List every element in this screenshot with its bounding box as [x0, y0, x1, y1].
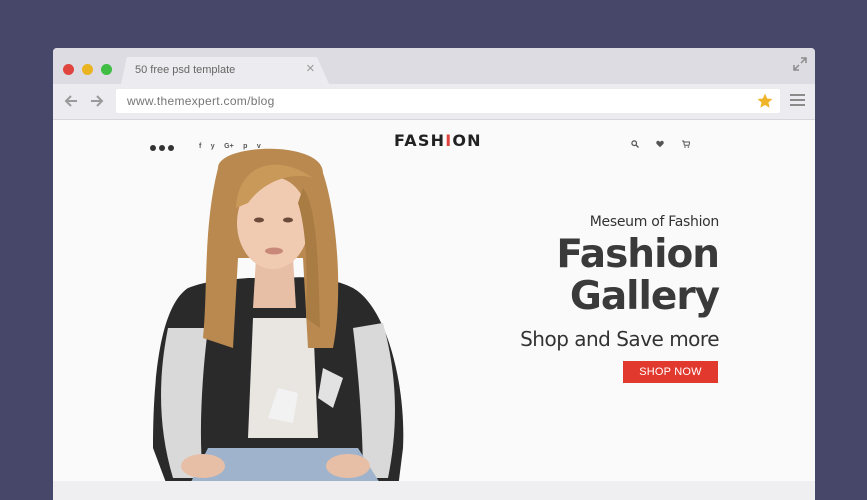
- shop-now-button[interactable]: SHOP NOW: [623, 361, 718, 383]
- url-text: www.themexpert.com/blog: [127, 94, 275, 108]
- title-bar: 50 free psd template ×: [53, 48, 815, 84]
- cart-icon[interactable]: [681, 135, 691, 148]
- tab-title: 50 free psd template: [135, 64, 236, 76]
- search-icon[interactable]: [631, 135, 639, 148]
- maximize-window-button[interactable]: [101, 64, 112, 75]
- hero-subtitle: Meseum of Fashion: [589, 214, 720, 230]
- tab-close-icon[interactable]: ×: [306, 61, 315, 77]
- expand-icon[interactable]: [793, 57, 807, 71]
- browser-tab[interactable]: 50 free psd template ×: [121, 57, 329, 84]
- header-icons: [631, 135, 703, 153]
- browser-toolbar: www.themexpert.com/blog: [53, 84, 815, 120]
- hero-title: Fashion Gallery: [556, 232, 720, 319]
- address-bar[interactable]: www.themexpert.com/blog: [116, 89, 780, 113]
- browser-window: 50 free psd template × www.themexpert.co…: [53, 48, 815, 500]
- logo-text-end: ON: [452, 131, 482, 150]
- hero-model-image: [153, 148, 404, 488]
- heart-icon[interactable]: [656, 135, 665, 148]
- hero-title-line1: Fashion: [556, 232, 720, 277]
- menu-icon[interactable]: [790, 94, 805, 107]
- page-bottom-strip: [53, 481, 815, 500]
- hero-title-line2: Gallery: [569, 274, 720, 319]
- bookmark-star-icon[interactable]: [756, 92, 774, 110]
- hero-tagline: Shop and Save more: [520, 327, 719, 351]
- web-page: f y G+ p v FASHION Meseum of Fashion Fas…: [53, 120, 815, 500]
- minimize-window-button[interactable]: [82, 64, 93, 75]
- close-window-button[interactable]: [63, 64, 74, 75]
- back-arrow-icon[interactable]: [63, 93, 79, 109]
- forward-arrow-icon[interactable]: [89, 93, 105, 109]
- more-dots-icon[interactable]: [150, 138, 182, 151]
